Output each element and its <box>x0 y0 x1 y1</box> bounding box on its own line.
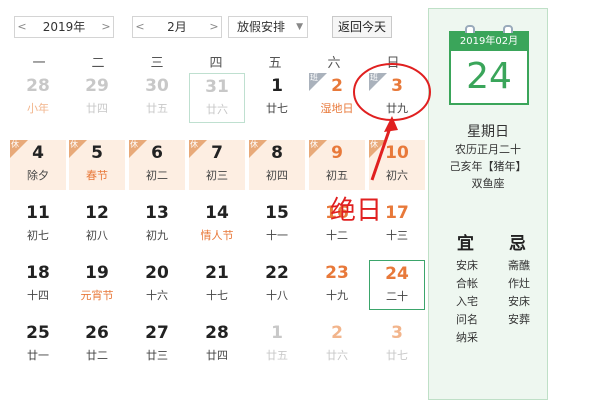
annotation-overlay <box>353 63 431 181</box>
arrow-head-icon <box>384 116 398 132</box>
annotation-label: 绝日 <box>330 196 383 226</box>
highlight-circle <box>353 63 431 121</box>
